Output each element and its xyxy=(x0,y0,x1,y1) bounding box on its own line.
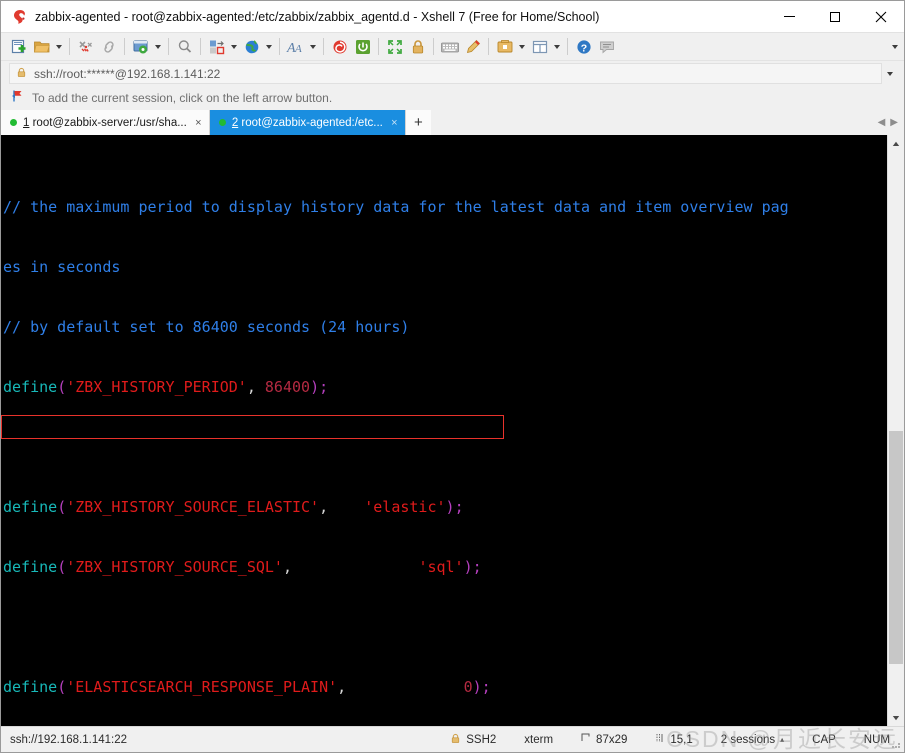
resize-icon xyxy=(581,733,591,746)
toolbar-separator xyxy=(567,38,568,55)
transfer-caret-icon[interactable] xyxy=(228,35,240,59)
scrollbar-thumb[interactable] xyxy=(889,430,903,665)
close-button[interactable] xyxy=(858,1,904,33)
status-terminal-type-label: xterm xyxy=(524,733,554,746)
toolbar-separator xyxy=(323,38,324,55)
toolbar-separator xyxy=(433,38,434,55)
tab-next-button[interactable]: ▶ xyxy=(890,117,898,128)
chevron-up-icon[interactable]: ▴ xyxy=(780,735,784,744)
toolbar-separator xyxy=(279,38,280,55)
status-cursor-label: 15,1 xyxy=(670,733,693,746)
tab-label: 2 root@zabbix-agented:/etc... xyxy=(231,116,383,129)
capture-icon[interactable] xyxy=(493,35,516,59)
font-caret-icon[interactable] xyxy=(307,35,319,59)
toolbar-separator xyxy=(69,38,70,55)
folder-open-caret-icon[interactable] xyxy=(53,35,65,59)
speech-bubble-icon[interactable] xyxy=(595,35,618,59)
new-tab-button[interactable]: + xyxy=(405,110,431,135)
svg-text:?: ? xyxy=(580,42,586,54)
main-toolbar: A A ? xyxy=(1,33,904,61)
cursor-icon xyxy=(655,733,665,746)
green-power-icon[interactable] xyxy=(351,35,374,59)
status-protocol-label: SSH2 xyxy=(466,733,497,746)
address-bar: ssh://root:******@192.168.1.141:22 xyxy=(1,61,904,86)
terminal-output[interactable]: // the maximum period to display history… xyxy=(1,135,887,726)
tab-session-2[interactable]: 2 root@zabbix-agented:/etc... × xyxy=(209,110,406,135)
globe-icon[interactable] xyxy=(240,35,263,59)
globe-caret-icon[interactable] xyxy=(263,35,275,59)
scrollbar-track[interactable] xyxy=(888,152,904,709)
chevron-down-icon xyxy=(887,71,893,76)
scroll-up-button[interactable] xyxy=(888,135,904,152)
status-caps: CAP xyxy=(798,727,850,753)
link-icon[interactable] xyxy=(97,35,120,59)
status-connection: ssh://192.168.1.141:22 xyxy=(10,733,128,746)
padlock-icon[interactable] xyxy=(406,35,429,59)
svg-text:A: A xyxy=(294,43,302,55)
red-spiral-icon[interactable] xyxy=(328,35,351,59)
font-icon[interactable]: A A xyxy=(284,35,307,59)
toolbar-separator xyxy=(124,38,125,55)
pen-icon[interactable] xyxy=(461,35,484,59)
chevron-down-icon xyxy=(892,45,898,49)
padlock-icon xyxy=(450,733,461,747)
gear-window-icon[interactable] xyxy=(129,35,152,59)
status-sessions-label: 2 sessions xyxy=(720,733,776,746)
status-caps-label: CAP xyxy=(812,733,836,746)
padlock-icon xyxy=(16,65,27,83)
fullscreen-icon[interactable] xyxy=(383,35,406,59)
maximize-button[interactable] xyxy=(812,1,858,33)
disconnect-icon[interactable] xyxy=(74,35,97,59)
xshell-window: zabbix-agented - root@zabbix-agented:/et… xyxy=(0,0,905,753)
keyboard-icon[interactable] xyxy=(438,35,461,59)
status-num-label: NUM xyxy=(863,733,890,746)
tab-bar: 1 root@zabbix-server:/usr/sha... × 2 roo… xyxy=(1,110,904,135)
address-input[interactable]: ssh://root:******@192.168.1.141:22 xyxy=(9,63,882,84)
status-sessions[interactable]: 2 sessions ▴ xyxy=(707,727,798,753)
tab-nav-controls: ◀ ▶ xyxy=(878,110,898,135)
layout-caret-icon[interactable] xyxy=(551,35,563,59)
status-dot-icon xyxy=(10,119,17,126)
capture-caret-icon[interactable] xyxy=(516,35,528,59)
tab-close-icon[interactable]: × xyxy=(192,117,205,129)
status-bar: ssh://192.168.1.141:22 SSH2 xterm 87x29 xyxy=(1,726,904,752)
transfer-icon[interactable] xyxy=(205,35,228,59)
minimize-button[interactable] xyxy=(766,1,812,33)
status-size-label: 87x29 xyxy=(596,733,628,746)
tab-close-icon[interactable]: × xyxy=(388,117,401,129)
terminal-area: // the maximum period to display history… xyxy=(1,135,904,726)
tab-label: 1 root@zabbix-server:/usr/sha... xyxy=(23,116,187,129)
red-arrow-flag-icon xyxy=(11,89,25,108)
window-title: zabbix-agented - root@zabbix-agented:/et… xyxy=(35,9,600,24)
window-controls xyxy=(766,1,904,33)
status-protocol[interactable]: SSH2 xyxy=(436,727,510,753)
xshell-icon xyxy=(7,1,33,33)
status-terminal-type[interactable]: xterm xyxy=(510,727,567,753)
tab-prev-button[interactable]: ◀ xyxy=(878,117,886,128)
tab-session-1[interactable]: 1 root@zabbix-server:/usr/sha... × xyxy=(1,110,210,135)
annotation-rectangle xyxy=(1,415,504,439)
gear-window-caret-icon[interactable] xyxy=(152,35,164,59)
scroll-down-button[interactable] xyxy=(888,709,904,726)
question-icon[interactable]: ? xyxy=(572,35,595,59)
hint-text: To add the current session, click on the… xyxy=(32,91,333,105)
magnifier-icon[interactable] xyxy=(173,35,196,59)
status-size[interactable]: 87x29 xyxy=(567,727,641,753)
folder-open-icon[interactable] xyxy=(30,35,53,59)
toolbar-separator xyxy=(168,38,169,55)
address-dropdown-button[interactable] xyxy=(882,71,898,76)
hint-bar: To add the current session, click on the… xyxy=(1,86,904,110)
toolbar-overflow-button[interactable] xyxy=(892,33,898,61)
status-cursor-position[interactable]: 15,1 xyxy=(641,727,706,753)
layout-icon[interactable] xyxy=(528,35,551,59)
toolbar-separator xyxy=(488,38,489,55)
toolbar-separator xyxy=(200,38,201,55)
resize-grip[interactable] xyxy=(890,738,902,750)
status-dot-icon xyxy=(218,119,226,126)
new-file-icon[interactable] xyxy=(7,35,30,59)
toolbar-separator xyxy=(378,38,379,55)
address-value: ssh://root:******@192.168.1.141:22 xyxy=(34,66,221,81)
terminal-scrollbar[interactable] xyxy=(887,135,904,726)
title-bar: zabbix-agented - root@zabbix-agented:/et… xyxy=(1,1,904,33)
